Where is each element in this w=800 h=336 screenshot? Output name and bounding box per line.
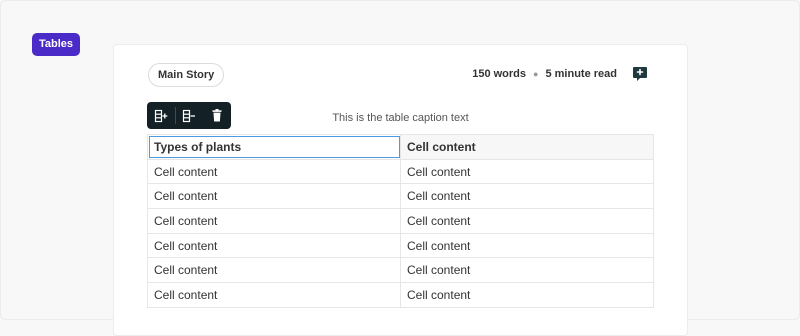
table-row: Cell content Cell content xyxy=(147,282,654,308)
table-cell[interactable]: Cell content xyxy=(147,232,401,259)
table-cell[interactable]: Cell content xyxy=(147,257,401,284)
table-row: Cell content Cell content xyxy=(147,257,654,284)
table-cell[interactable]: Cell content xyxy=(147,158,401,185)
table-caption[interactable]: This is the table caption text xyxy=(114,112,687,124)
separator-dot: ● xyxy=(533,69,539,79)
table-cell[interactable]: Cell content xyxy=(147,282,401,308)
table-cell[interactable]: Cell content xyxy=(147,208,401,234)
table-cell[interactable]: Cell content xyxy=(147,183,401,210)
read-time: 5 minute read xyxy=(545,68,617,80)
table-cell[interactable]: Cell content xyxy=(400,282,654,308)
section-tag: Tables xyxy=(32,33,81,56)
table-row: Cell content Cell content xyxy=(147,158,654,185)
table-cell[interactable]: Cell content xyxy=(400,208,654,234)
content-table: Types of plants Cell content Cell conten… xyxy=(147,134,654,308)
add-comment-icon xyxy=(633,67,647,81)
table-row: Cell content Cell content xyxy=(147,183,654,210)
header-cell[interactable]: Cell content xyxy=(400,134,654,160)
table-row: Cell content Cell content xyxy=(147,208,654,234)
table-cell[interactable]: Cell content xyxy=(400,183,654,210)
story-stats: 150 words ● 5 minute read xyxy=(472,68,617,80)
word-count: 150 words xyxy=(472,68,527,80)
table-cell[interactable]: Cell content xyxy=(400,257,654,284)
editor-card: Main Story 150 words ● 5 minute read Thi… xyxy=(113,44,688,336)
table-cell[interactable]: Cell content xyxy=(400,158,654,185)
add-comment-button[interactable] xyxy=(632,66,648,82)
header-cell-selected[interactable]: Types of plants xyxy=(147,134,401,160)
table-cell[interactable]: Cell content xyxy=(400,232,654,259)
story-selector[interactable]: Main Story xyxy=(148,63,225,87)
table-row: Cell content Cell content xyxy=(147,232,654,259)
table-header-row: Types of plants Cell content xyxy=(147,134,654,160)
